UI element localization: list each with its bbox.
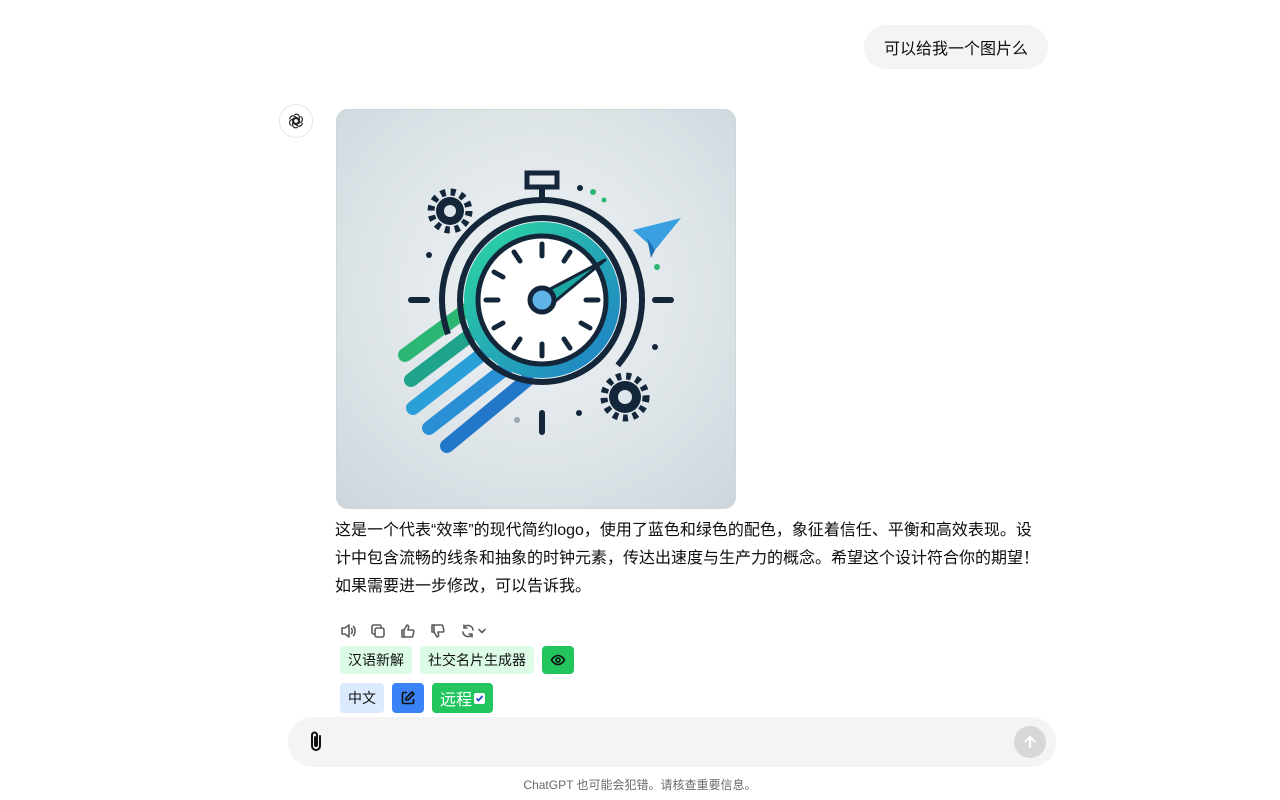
openai-logo-icon (289, 113, 303, 129)
generated-image[interactable] (336, 109, 736, 509)
chip-chinese-new-explanation[interactable]: 汉语新解 (340, 646, 412, 674)
remote-toggle[interactable]: 远程 (432, 683, 494, 713)
efficiency-logo-illustration (398, 170, 681, 453)
message-actions (336, 620, 490, 642)
user-message-bubble: 可以给我一个图片么 (864, 25, 1049, 69)
remote-checkbox[interactable] (474, 692, 486, 704)
bad-response-button[interactable] (426, 620, 450, 642)
assistant-avatar (279, 104, 313, 138)
chip-social-card-generator[interactable]: 社交名片生成器 (420, 646, 534, 674)
attach-button[interactable] (306, 730, 328, 754)
thumbs-down-icon (431, 624, 445, 638)
edit-button[interactable] (392, 683, 424, 713)
checkmark-icon (475, 694, 484, 702)
read-aloud-button[interactable] (336, 620, 360, 642)
preview-button[interactable] (542, 646, 574, 674)
extension-chip-row-2: 中文 远程 (340, 683, 494, 713)
arrow-up-icon (1024, 736, 1036, 748)
regenerate-icon (462, 624, 474, 638)
chevron-down-icon (478, 628, 486, 634)
regenerate-button[interactable] (456, 620, 490, 642)
paperclip-icon (311, 731, 321, 751)
assistant-message-text: 这是一个代表“效率”的现代简约logo，使用了蓝色和绿色的配色，象征着信任、平衡… (335, 522, 1040, 595)
thumbs-up-icon (401, 624, 415, 638)
user-message-text: 可以给我一个图片么 (884, 41, 1029, 58)
remote-label: 远程 (440, 692, 473, 709)
speaker-icon (341, 624, 356, 638)
language-chip[interactable]: 中文 (340, 683, 384, 713)
good-response-button[interactable] (396, 620, 420, 642)
edit-icon (401, 691, 415, 705)
chat-page: 可以给我一个图片么 这是一个代表“效率”的现代简约logo，使用了蓝色和绿色的配… (0, 0, 1280, 800)
copy-button[interactable] (366, 620, 390, 642)
eye-icon (550, 654, 566, 666)
message-input[interactable] (344, 727, 988, 759)
copy-icon (371, 624, 385, 638)
send-button[interactable] (1014, 726, 1046, 758)
extension-chip-row: 汉语新解 社交名片生成器 (340, 646, 574, 674)
disclaimer-footer: ChatGPT 也可能会犯错。请核查重要信息。 (523, 778, 757, 792)
message-composer (288, 717, 1056, 767)
